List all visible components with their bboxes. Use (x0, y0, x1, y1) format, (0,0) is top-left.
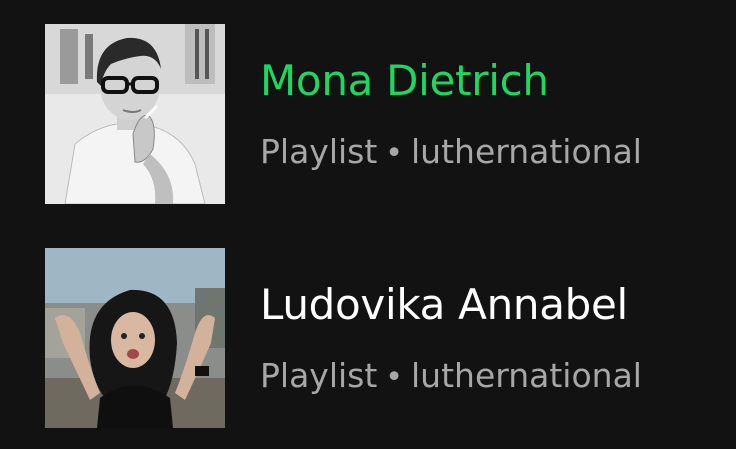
playlist-title[interactable]: Mona Dietrich (260, 56, 549, 106)
playlist-text: Ludovika Annabel Playlist • luthernational (260, 248, 730, 428)
playlist-cover-image[interactable] (45, 24, 225, 204)
playlist-type: Playlist (260, 132, 378, 171)
playlist-subtitle: Playlist • luthernational (260, 356, 642, 398)
playlist-cover-image[interactable] (45, 248, 225, 428)
cover-photo-bw (45, 24, 225, 204)
playlist-subtitle: Playlist • luthernational (260, 132, 642, 174)
playlist-text: Mona Dietrich Playlist • luthernational (260, 24, 730, 204)
playlist-title[interactable]: Ludovika Annabel (260, 280, 628, 330)
playlist-owner[interactable]: luthernational (411, 132, 642, 171)
cover-photo-color (45, 248, 225, 428)
playlist-row[interactable]: Ludovika Annabel Playlist • luthernational (0, 248, 736, 428)
playlist-owner[interactable]: luthernational (411, 356, 642, 395)
playlist-list: Mona Dietrich Playlist•luthernational (0, 0, 736, 449)
playlist-row[interactable]: Mona Dietrich Playlist • luthernational (0, 24, 736, 204)
separator-dot: • (385, 136, 403, 171)
separator-dot: • (385, 360, 403, 395)
playlist-type: Playlist (260, 356, 378, 395)
